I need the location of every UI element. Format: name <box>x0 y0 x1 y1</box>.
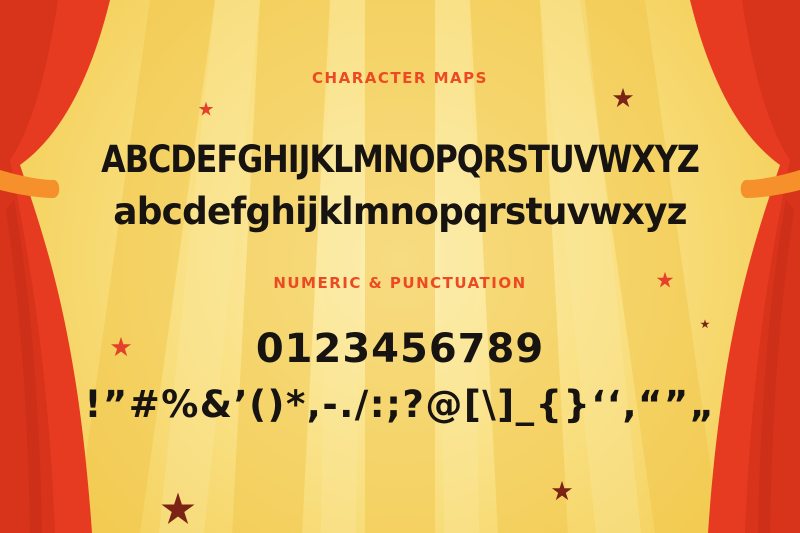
star-icon <box>198 101 214 116</box>
lowercase-glyphs: abcdefghijklmnopqrstuvwxyz <box>113 190 687 233</box>
star-icon <box>551 480 573 501</box>
numeric-punctuation-heading: NUMERIC & PUNCTUATION <box>273 274 527 292</box>
font-specimen-canvas: CHARACTER MAPS ABCDEFGHIJKLMNOPQRSTUVWXY… <box>0 0 800 533</box>
uppercase-glyphs: ABCDEFGHIJKLMNOPQRSTUVWXYZ <box>101 138 700 181</box>
punctuation-glyphs: !”#%&’()*,-./:;?@[\]_{}‘‘,“”„ <box>84 383 716 426</box>
digit-glyphs: 0123456789 <box>255 326 545 372</box>
character-maps-heading: CHARACTER MAPS <box>312 69 488 87</box>
star-icon <box>612 87 634 108</box>
star-icon <box>161 492 195 524</box>
